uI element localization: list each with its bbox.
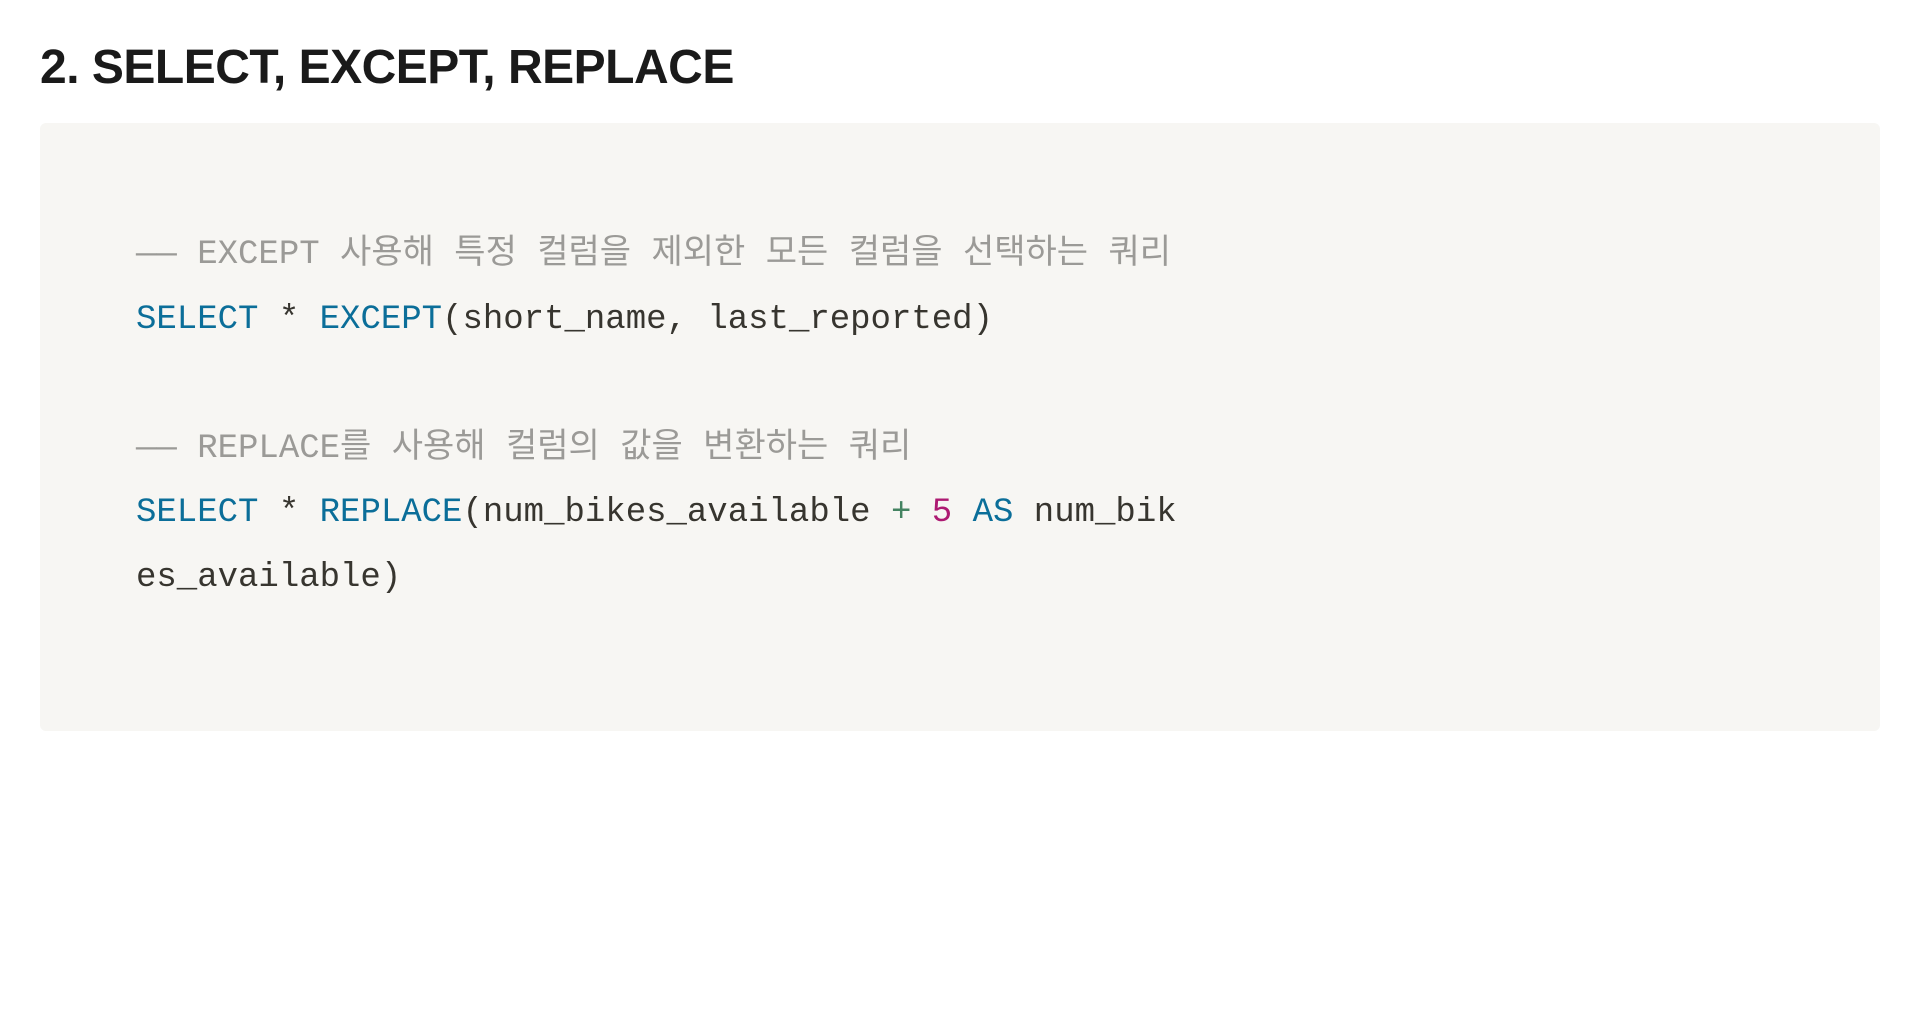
operator-plus: +: [891, 494, 911, 532]
identifier-es-available-wrap: es_available: [136, 559, 381, 597]
keyword-replace: REPLACE: [320, 494, 463, 532]
code-line-select-replace-2: es_available): [136, 546, 1784, 611]
identifier-num-bikes-available: num_bikes_available: [483, 494, 891, 532]
comment-text: EXCEPT 사용해 특정 컬럼을 제외한 모든 컬럼을 선택하는 쿼리: [197, 236, 1171, 274]
comment-prefix: ——: [136, 236, 197, 274]
code-block: —— EXCEPT 사용해 특정 컬럼을 제외한 모든 컬럼을 선택하는 쿼리 …: [40, 123, 1880, 731]
space-token: [911, 494, 931, 532]
identifier-last-reported: last_reported: [707, 301, 972, 339]
code-line-comment-2: —— REPLACE를 사용해 컬럼의 값을 변환하는 쿼리: [136, 417, 1784, 482]
keyword-except: EXCEPT: [320, 301, 442, 339]
identifier-num-bik-wrap: num_bik: [1034, 494, 1177, 532]
keyword-select: SELECT: [136, 301, 258, 339]
section-heading: 2. SELECT, EXCEPT, REPLACE: [40, 40, 1880, 95]
number-literal: 5: [932, 494, 952, 532]
code-line-select-replace-1: SELECT * REPLACE(num_bikes_available + 5…: [136, 481, 1784, 546]
star-token: *: [258, 301, 319, 339]
comma-token: ,: [667, 301, 708, 339]
space-token: [1013, 494, 1033, 532]
identifier-short-name: short_name: [462, 301, 666, 339]
paren-open: (: [462, 494, 482, 532]
paren-open: (: [442, 301, 462, 339]
keyword-select: SELECT: [136, 494, 258, 532]
keyword-as: AS: [973, 494, 1014, 532]
space-token: [952, 494, 972, 532]
code-line-select-except: SELECT * EXCEPT(short_name, last_reporte…: [136, 288, 1784, 353]
comment-prefix: ——: [136, 430, 197, 468]
paren-close: ): [381, 559, 401, 597]
code-line-comment-1: —— EXCEPT 사용해 특정 컬럼을 제외한 모든 컬럼을 선택하는 쿼리: [136, 223, 1784, 288]
comment-text: REPLACE를 사용해 컬럼의 값을 변환하는 쿼리: [197, 430, 911, 468]
blank-line: [136, 352, 1784, 417]
paren-close: ): [973, 301, 993, 339]
star-token: *: [258, 494, 319, 532]
